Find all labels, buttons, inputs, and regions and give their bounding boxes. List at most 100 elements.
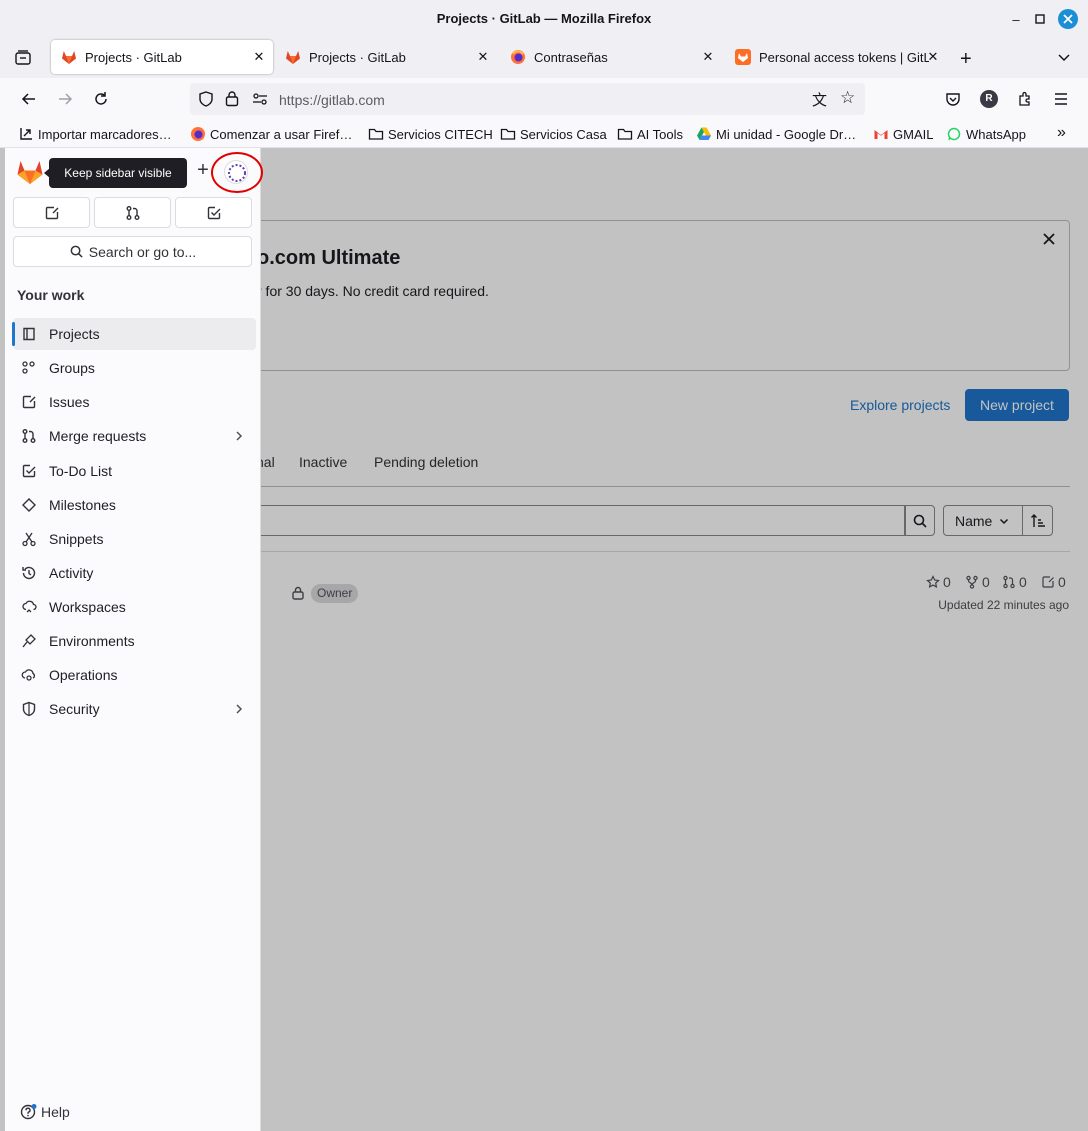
sidebar-item-label: Projects	[49, 326, 100, 342]
lock-icon[interactable]	[225, 90, 239, 107]
window-titlebar: Projects · GitLab — Mozilla Firefox –	[0, 0, 1088, 38]
close-tab-icon[interactable]: ✕	[475, 49, 491, 65]
sidebar-item-label: Snippets	[49, 531, 104, 547]
folder-icon	[368, 128, 384, 140]
sidebar-item-label: Operations	[49, 667, 118, 683]
sidebar-item-issues[interactable]: Issues	[13, 386, 256, 418]
sidebar-item-workspaces[interactable]: Workspaces	[13, 591, 256, 623]
url-text[interactable]: https://gitlab.com	[279, 92, 385, 108]
translate-icon[interactable]: 文	[812, 89, 827, 110]
assigned-issues-button[interactable]	[13, 197, 90, 228]
sidebar-item-label: Milestones	[49, 497, 116, 513]
gitlab-favicon-icon	[62, 51, 76, 64]
question-icon	[20, 1104, 37, 1120]
search-or-go-to-button[interactable]: Search or go to...	[13, 236, 252, 267]
issues-icon	[22, 395, 36, 409]
new-tab-plus-icon[interactable]: +	[960, 48, 972, 71]
bookmark-label: Importar marcadores…	[38, 126, 172, 142]
cloud-gear-icon	[21, 669, 35, 681]
close-tab-icon[interactable]: ✕	[251, 49, 267, 65]
bookmark-label: Comenzar a usar Firef…	[210, 126, 353, 142]
forward-arrow-icon[interactable]	[54, 88, 76, 110]
merge-requests-button[interactable]	[94, 197, 171, 228]
firefox-favicon-icon	[511, 50, 525, 64]
permissions-icon[interactable]	[252, 92, 268, 106]
url-bar[interactable]: https://gitlab.com 文 ☆	[190, 83, 865, 115]
tab-contrasenas[interactable]: Contraseñas ✕	[500, 40, 722, 74]
tab-personal-access-tokens[interactable]: Personal access tokens | GitLab ✕	[725, 40, 947, 74]
sidebar-item-operations[interactable]: Operations	[13, 659, 256, 691]
issues-icon	[45, 206, 58, 219]
gmail-icon	[874, 130, 888, 139]
your-work-heading: Your work	[17, 287, 85, 303]
folder-icon	[500, 128, 516, 140]
merge-request-icon	[126, 205, 139, 220]
sidebar-item-label: Groups	[49, 360, 95, 376]
create-new-plus-icon[interactable]: +	[193, 160, 213, 181]
gitlab-favicon-icon	[735, 49, 751, 65]
bookmark-label: AI Tools	[637, 126, 684, 142]
hamburger-menu-icon[interactable]	[1050, 88, 1072, 110]
account-avatar-icon[interactable]: R	[978, 88, 1000, 110]
firefox-icon	[191, 127, 205, 141]
environment-icon	[22, 634, 36, 648]
sidebar-item-activity[interactable]: Activity	[13, 557, 256, 589]
sidebar-item-environments[interactable]: Environments	[13, 625, 256, 657]
todo-button[interactable]	[175, 197, 252, 228]
bookmark-importar[interactable]: Importar marcadores…	[18, 125, 172, 143]
gitlab-tanuki-logo-icon[interactable]	[16, 159, 44, 185]
history-icon	[22, 566, 36, 580]
bookmark-label: Servicios Casa	[520, 126, 607, 142]
bookmark-label: WhatsApp	[966, 126, 1026, 142]
maximize-button[interactable]	[1030, 9, 1050, 29]
tab-label: Contraseñas	[534, 49, 608, 65]
sidebar-item-merge-requests[interactable]: Merge requests	[13, 420, 256, 452]
snippet-icon	[22, 532, 36, 547]
chevron-right-icon	[236, 431, 243, 441]
back-arrow-icon[interactable]	[18, 88, 40, 110]
sidebar-item-label: Security	[49, 701, 100, 717]
firefox-view-icon[interactable]	[14, 49, 32, 67]
sidebar-item-milestones[interactable]: Milestones	[13, 489, 256, 521]
sidebar-item-groups[interactable]: Groups	[13, 352, 256, 384]
milestone-icon	[22, 498, 36, 512]
project-icon	[23, 327, 35, 341]
minimize-button[interactable]: –	[1006, 9, 1026, 29]
sidebar-item-snippets[interactable]: Snippets	[13, 523, 256, 555]
close-tab-icon[interactable]: ✕	[700, 49, 716, 65]
bookmark-ai-tools[interactable]: AI Tools	[617, 125, 683, 143]
tab-projects-gitlab[interactable]: Projects · GitLab ✕	[275, 40, 497, 74]
bookmark-servicios-casa[interactable]: Servicios Casa	[500, 125, 607, 143]
bookmark-firefox[interactable]: Comenzar a usar Firef…	[190, 125, 352, 143]
help-label: Help	[41, 1104, 70, 1120]
chevron-right-icon	[236, 704, 243, 714]
todo-icon	[22, 464, 36, 478]
tab-projects-gitlab-active[interactable]: Projects · GitLab ✕	[51, 40, 273, 74]
whatsapp-icon	[947, 127, 961, 141]
help-button[interactable]: Help	[20, 1103, 70, 1121]
sidebar-item-security[interactable]: Security	[13, 693, 256, 725]
pocket-icon[interactable]	[942, 88, 964, 110]
close-window-button[interactable]	[1058, 9, 1078, 29]
bookmark-gmail[interactable]: GMAIL	[873, 125, 933, 143]
bookmark-servicios-citech[interactable]: Servicios CITECH	[368, 125, 493, 143]
bookmark-label: Mi unidad - Google Dr…	[716, 126, 857, 142]
extensions-puzzle-icon[interactable]	[1014, 88, 1036, 110]
bookmark-star-icon[interactable]: ☆	[840, 88, 855, 108]
bookmark-label: GMAIL	[893, 126, 934, 142]
todo-icon	[207, 206, 220, 219]
reload-icon[interactable]	[90, 88, 112, 110]
close-tab-icon[interactable]: ✕	[925, 49, 941, 65]
sidebar-item-projects[interactable]: Projects	[12, 318, 256, 350]
list-all-tabs-chevron-icon[interactable]	[1057, 51, 1071, 65]
more-bookmarks-chevron-icon[interactable]: »	[1057, 124, 1066, 142]
keep-sidebar-visible-tooltip: Keep sidebar visible	[44, 158, 187, 188]
bookmark-whatsapp[interactable]: WhatsApp	[946, 125, 1026, 143]
tracking-protection-shield-icon[interactable]	[198, 91, 214, 107]
shield-icon	[22, 701, 36, 717]
window-title: Projects · GitLab — Mozilla Firefox	[436, 11, 652, 26]
bookmark-google-drive[interactable]: Mi unidad - Google Dr…	[696, 125, 856, 143]
sidebar-item-label: Issues	[49, 394, 90, 410]
sidebar-item-todo-list[interactable]: To-Do List	[13, 455, 256, 487]
workspace-icon	[22, 600, 37, 613]
